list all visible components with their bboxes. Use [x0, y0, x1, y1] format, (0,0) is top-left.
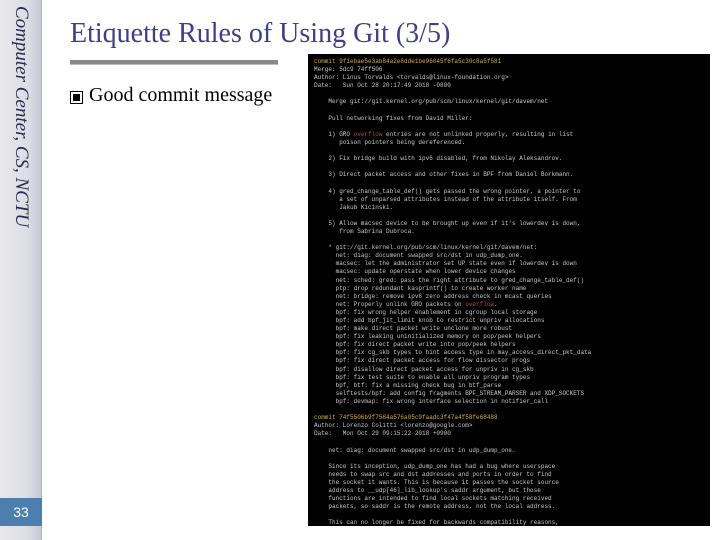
git-log-line: bpf, btf: fix a missing check bug in btf… [314, 382, 501, 389]
log-item: 4) gred_change_table_def() gets passed t… [314, 188, 580, 195]
terminal-screenshot: commit 9f1ebae5e3ab84a2e8dde1be96045f6fa… [308, 54, 710, 526]
log-item: 2) Fix bridge build with ipv6 disabled, … [314, 155, 562, 162]
body-line: needs to swap src and dst addresses and … [314, 471, 552, 478]
bullet-text: Good commit message [89, 84, 272, 107]
log-item: 1) GRO overflow entries are not unlinked… [314, 131, 573, 138]
git-log-line: ptp: drop redundant kasprintf() to creat… [314, 285, 526, 292]
body-line: This can no longer be fixed for backward… [314, 519, 559, 526]
git-log-line: net: sched: gred: pass the right attribu… [314, 277, 584, 284]
org-label: Computer Center, CS, NCTU [10, 6, 32, 227]
git-log-line: bpf: fix leaking uninitialized memory on… [314, 333, 541, 340]
log-item: 3) Direct packet access and other fixes … [314, 171, 573, 178]
git-log-line: bpf: fix cg_skb types to hint access typ… [314, 349, 591, 356]
body-line: the socket it wants. This is because it … [314, 479, 559, 486]
git-log-line: net: diag: document swapped src/dst in u… [314, 252, 523, 259]
subject-line: net: diag: document swapped src/dst in u… [314, 447, 516, 454]
commit-hash: commit 9f1ebae5e3ab84a2e8dde1be96045f6fa… [314, 58, 501, 65]
date-line: Date: Sun Oct 28 20:17:49 2018 -0800 [314, 82, 451, 89]
slide-title: Etiquette Rules of Using Git (3/5) [70, 18, 704, 50]
git-log-line: macsec: let the administrator set UP sta… [314, 260, 577, 267]
body-line: functions are intended to find local soc… [314, 495, 552, 502]
git-log-line: bpf: fix wrong helper enablement in cgro… [314, 309, 537, 316]
author-line: Author: Lorenzo Colitti <lorenzo@google.… [314, 422, 472, 429]
body-line: Since its inception, udp_dump_one has ha… [314, 463, 555, 470]
log-item: a set of unparsed attributes instead of … [314, 196, 577, 203]
merge-line: Merge: 5dc9 74ff506 [314, 66, 382, 73]
title-underline [70, 60, 278, 64]
git-log-line: bpf: fix test suite to enable all unpriv… [314, 374, 530, 381]
body-line: packets, so saddr is the remote address,… [314, 503, 555, 510]
log-item: poison pointers being dereferenced. [314, 139, 465, 146]
git-log-line: bpf: fix direct packet access for flow d… [314, 357, 530, 364]
git-log-line: bpf: add bpf_jit_limit knob to restrict … [314, 317, 544, 324]
git-log-line: bpf: devmap: fix wrong interface selecti… [314, 398, 548, 405]
git-log-line: macsec: update operstate when lower devi… [314, 268, 516, 275]
git-log-line: bpf: make direct packet write unclone mo… [314, 325, 512, 332]
log-item: 5) Allow macsec device to be brought up … [314, 220, 580, 227]
subject-line: Merge git://git.kernel.org/pub/scm/linux… [314, 98, 548, 105]
bullet-item: Good commit message [70, 84, 272, 107]
git-log-line: bpf: fix direct packet write into pop/pe… [314, 341, 516, 348]
date-line: Date: Mon Oct 29 09:15:22 2018 +0900 [314, 430, 451, 437]
bullet-square-icon [70, 91, 83, 104]
git-log-line: net: Properly unlink GRO packets on over… [314, 301, 498, 308]
git-log-line: selftests/bpf: add config fragments BPF_… [314, 390, 584, 397]
body-line: address to __udp[46]_lib_lookup's saddr … [314, 487, 541, 494]
main-content: Etiquette Rules of Using Git (3/5) Good … [42, 0, 720, 540]
sidebar: Computer Center, CS, NCTU 33 [0, 0, 42, 540]
page-number: 33 [0, 498, 42, 526]
body-intro: Pull networking fixes from David Miller: [314, 115, 472, 122]
log-item: Jakub Kicinski. [314, 204, 393, 211]
log-item: from Sabrina Dubroca. [314, 228, 415, 235]
commit-hash: commit 74f5506b9f7584a576a05c9faadc3f47a… [314, 414, 498, 421]
git-log-header: * git://git.kernel.org/pub/scm/linux/ker… [314, 244, 537, 251]
git-log-line: bpf: disallow direct packet access for u… [314, 366, 534, 373]
git-log-line: net: bridge: remove ipv6 zero address ch… [314, 293, 552, 300]
author-line: Author: Linus Torvalds <torvalds@linux-f… [314, 74, 508, 81]
